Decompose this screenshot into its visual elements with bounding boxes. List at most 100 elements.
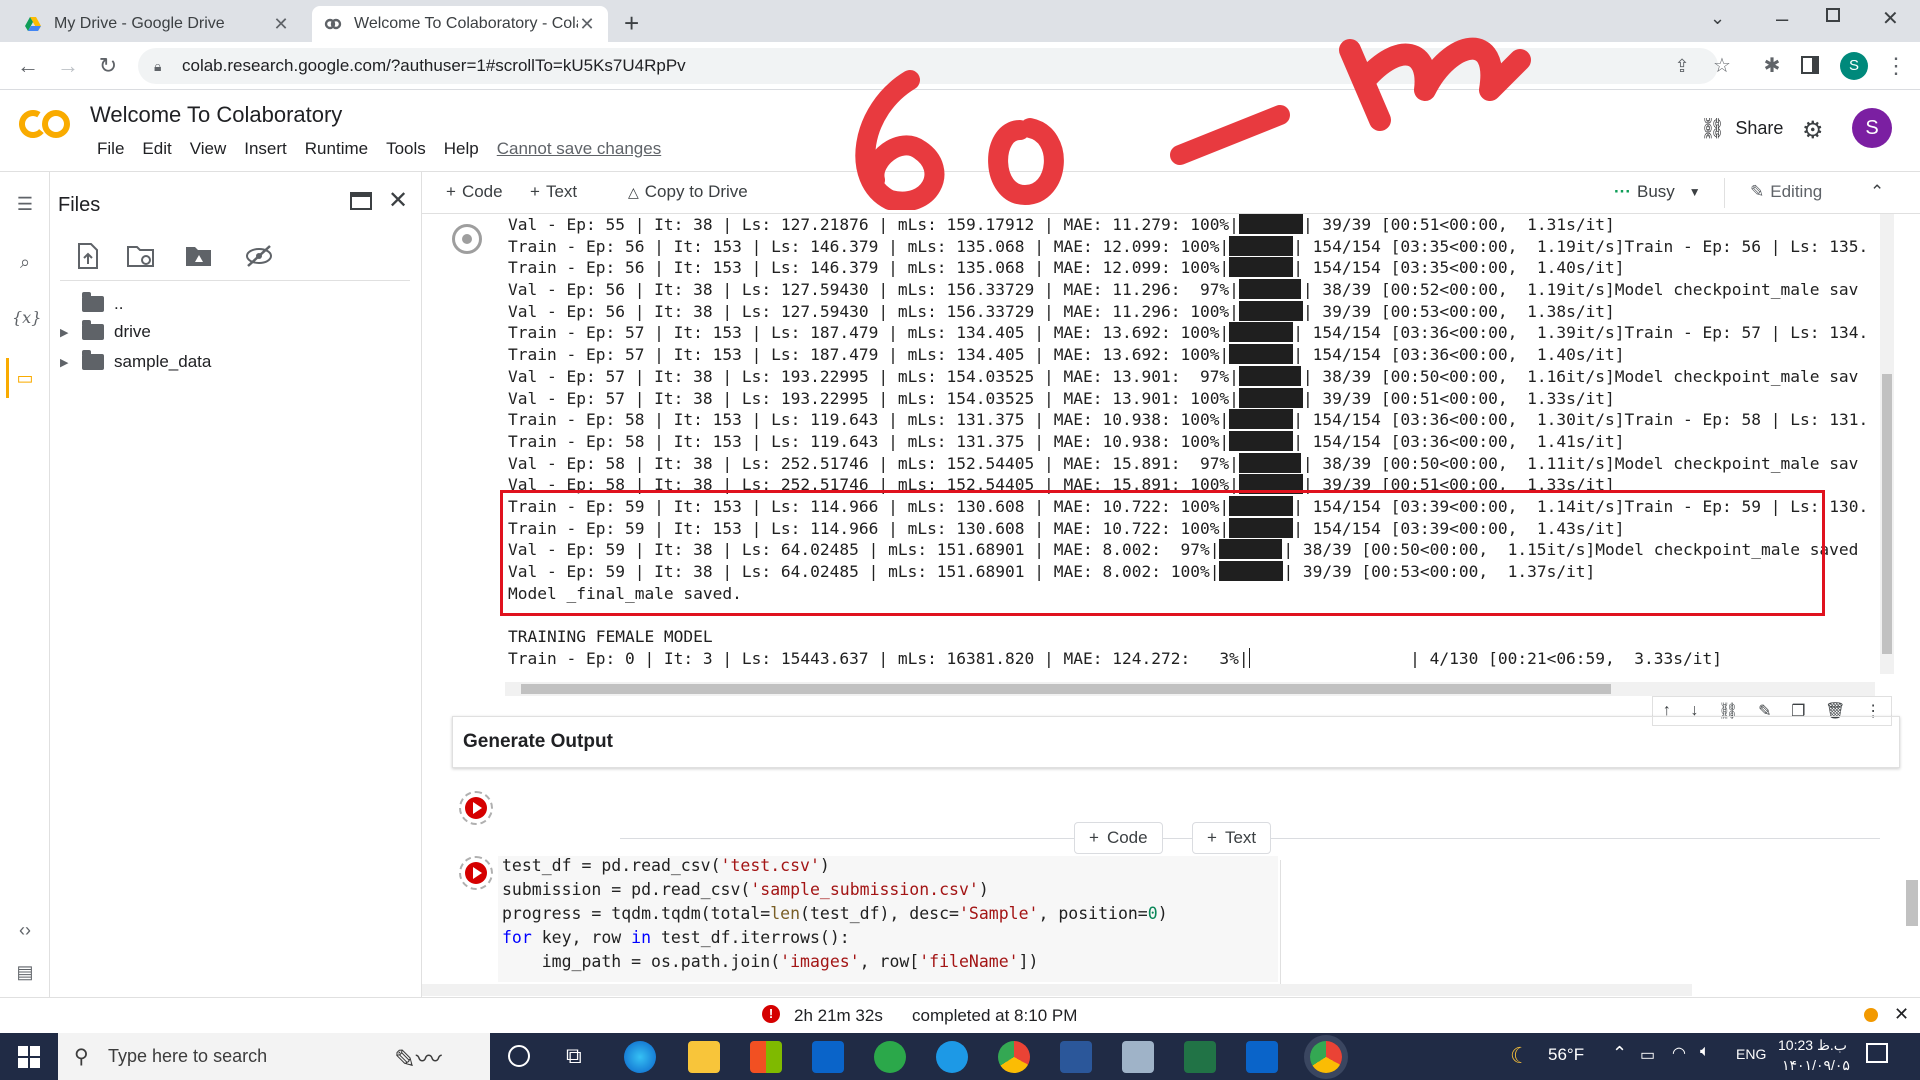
vertical-scrollbar[interactable] (1880, 214, 1894, 674)
menu-runtime[interactable]: Runtime (296, 139, 377, 159)
colab-logo-icon[interactable] (18, 108, 72, 140)
reload-icon[interactable]: ↻ (94, 52, 122, 80)
output-line: Val - Ep: 58 | It: 38 | Ls: 252.51746 | … (508, 452, 1878, 475)
copy-to-drive-button[interactable]: △ Copy to Drive (628, 182, 748, 202)
taskbar-search-box[interactable]: ⚲ Type here to search ✎〰 (58, 1033, 490, 1080)
restore-icon[interactable] (1826, 8, 1840, 22)
mail-app-icon[interactable] (812, 1041, 844, 1073)
tab-google-drive[interactable]: My Drive - Google Drive ✕ (12, 6, 302, 42)
scrollbar-thumb[interactable] (521, 684, 1611, 694)
tree-item-drive[interactable]: ▶ drive (60, 319, 151, 345)
share-page-icon[interactable]: ⇪ (1668, 52, 1696, 80)
tree-item-sample-data[interactable]: ▶ sample_data (60, 349, 211, 375)
tray-chevron-icon[interactable]: ⌃ (1612, 1043, 1627, 1064)
expand-arrow-icon[interactable]: ▶ (60, 356, 82, 369)
weather-temp[interactable]: 56°F (1548, 1045, 1584, 1065)
upload-file-icon[interactable] (76, 242, 104, 270)
task-view-icon[interactable]: ⧉ (566, 1043, 582, 1069)
account-avatar[interactable]: S (1852, 108, 1892, 148)
text-cell[interactable]: Generate Output (452, 716, 1900, 768)
extensions-puzzle-icon[interactable]: ✱ (1758, 52, 1786, 80)
back-arrow-icon[interactable]: ← (14, 52, 42, 80)
browser-menu-icon[interactable]: ⋮ (1882, 52, 1910, 80)
windows-start-icon[interactable] (18, 1046, 40, 1068)
chrome-active-app-icon[interactable] (1310, 1041, 1342, 1073)
bookmark-star-icon[interactable]: ☆ (1708, 52, 1736, 80)
menu-file[interactable]: File (88, 139, 133, 159)
mount-drive-icon[interactable] (184, 242, 212, 270)
close-window-icon[interactable]: ✕ (1882, 6, 1899, 31)
add-text-button[interactable]: + Text (530, 182, 577, 202)
files-folder-icon[interactable]: ▭ (12, 368, 38, 394)
cortana-icon[interactable] (508, 1045, 530, 1067)
side-panel-icon[interactable] (1801, 56, 1819, 74)
runtime-status-button[interactable]: ··· Busy ▼ (1614, 182, 1701, 202)
tab-colab[interactable]: Welcome To Colaboratory - Cola ✕ (312, 6, 608, 42)
editing-mode-button[interactable]: ✎ Editing (1750, 182, 1822, 202)
docker-app-icon[interactable] (936, 1041, 968, 1073)
word-app-icon[interactable] (1060, 1041, 1092, 1073)
menu-insert[interactable]: Insert (235, 139, 296, 159)
clock-date[interactable]: ۱۴۰۱/۰۹/۰۵ (1782, 1057, 1850, 1074)
horizontal-scrollbar[interactable] (505, 682, 1875, 696)
terminal-icon[interactable]: ▤ (12, 962, 38, 988)
chrome-app-icon[interactable] (998, 1041, 1030, 1073)
profile-avatar[interactable]: S (1840, 52, 1868, 80)
stop-execution-icon[interactable] (452, 224, 482, 254)
close-status-icon[interactable]: ✕ (1894, 1004, 1909, 1025)
minimize-icon[interactable]: – (1776, 6, 1788, 32)
menu-tools[interactable]: Tools (377, 139, 435, 159)
bottom-scrollbar[interactable] (422, 984, 1692, 996)
search-icon[interactable]: ⌕ (12, 252, 38, 278)
notes-app-icon[interactable] (1122, 1041, 1154, 1073)
forward-arrow-icon[interactable]: → (54, 52, 82, 80)
code-editor[interactable]: test_df = pd.read_csv('test.csv') submiss… (502, 854, 1282, 984)
close-tab-icon[interactable]: ✕ (578, 14, 596, 35)
cannot-save-link[interactable]: Cannot save changes (488, 139, 670, 159)
menu-edit[interactable]: Edit (133, 139, 180, 159)
battery-icon[interactable]: ▭ (1640, 1045, 1655, 1065)
insert-text-button[interactable]: + Text (1192, 822, 1272, 854)
tab-search-chevron-icon[interactable]: ⌄ (1710, 8, 1725, 29)
close-tab-icon[interactable]: ✕ (272, 14, 290, 35)
progress-bar-fill (1238, 300, 1303, 321)
add-code-button[interactable]: + Code (446, 182, 503, 202)
notebook-scrollbar-thumb[interactable] (1906, 880, 1918, 926)
wifi-icon[interactable]: ◠ (1672, 1043, 1686, 1063)
collapse-header-icon[interactable]: ⌃ (1870, 182, 1884, 202)
close-panel-icon[interactable]: ✕ (388, 186, 408, 215)
tree-item-parent[interactable]: .. (82, 291, 123, 317)
menu-view[interactable]: View (181, 139, 236, 159)
notifications-icon[interactable] (1866, 1043, 1888, 1063)
insert-code-button[interactable]: + Code (1074, 822, 1163, 854)
volume-icon[interactable]: 🔈︎ (1700, 1043, 1710, 1061)
input-language[interactable]: ENG (1736, 1046, 1766, 1062)
run-cell-button[interactable] (459, 856, 493, 890)
refresh-folder-icon[interactable] (126, 242, 154, 270)
expand-arrow-icon[interactable]: ▶ (60, 326, 82, 339)
menu-help[interactable]: Help (435, 139, 488, 159)
edge-app-icon[interactable] (624, 1041, 656, 1073)
code-snippets-icon[interactable]: ‹› (12, 920, 38, 946)
play-icon (465, 862, 487, 884)
scrollbar-thumb[interactable] (1882, 374, 1892, 654)
cell-output: Val - Ep: 55 | It: 38 | Ls: 127.21876 | … (422, 214, 1882, 699)
excel-app-icon[interactable] (1184, 1041, 1216, 1073)
telegram-like-app-icon[interactable] (874, 1041, 906, 1073)
share-button[interactable]: ⛓ Share (1700, 116, 1783, 141)
divider (1280, 860, 1281, 984)
file-explorer-icon[interactable] (688, 1041, 720, 1073)
notebook-title[interactable]: Welcome To Colaboratory (90, 102, 342, 128)
variables-icon[interactable]: {x} (12, 308, 41, 334)
run-cell-button[interactable] (459, 791, 493, 825)
clock-time[interactable]: 10:23 ب.ظ (1778, 1037, 1847, 1054)
output-line-text: Val - Ep: 56 | It: 38 | Ls: 127.59430 | … (508, 301, 1239, 321)
store-app-icon[interactable] (750, 1041, 782, 1073)
media-app-icon[interactable] (1246, 1041, 1278, 1073)
table-of-contents-icon[interactable]: ☰ (12, 194, 38, 220)
hide-files-icon[interactable] (244, 242, 272, 270)
settings-gear-icon[interactable]: ⚙ (1802, 116, 1824, 145)
new-tab-button[interactable]: + (624, 8, 639, 39)
open-in-tab-icon[interactable] (350, 192, 372, 210)
plus-icon: + (1207, 828, 1217, 847)
